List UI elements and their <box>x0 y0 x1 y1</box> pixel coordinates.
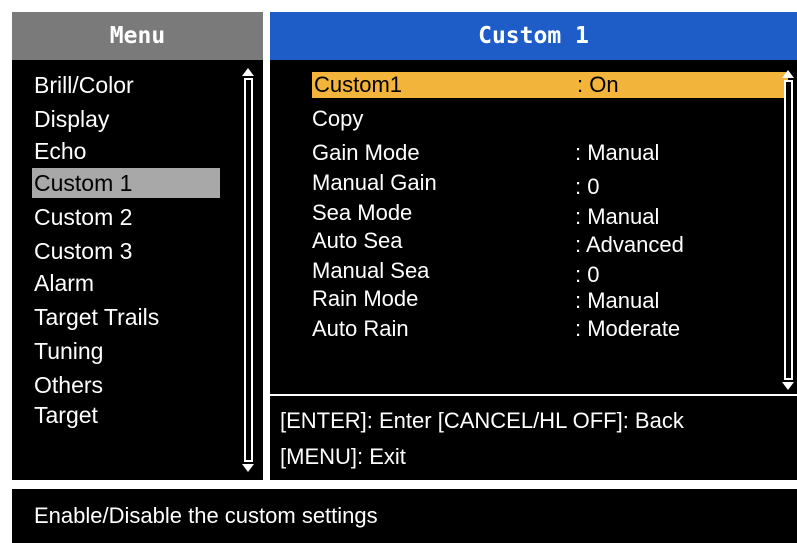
menu-item-target-trails[interactable]: Target Trails <box>34 302 159 332</box>
scroll-down-arrow-icon[interactable] <box>242 464 254 472</box>
menu-item-custom-3[interactable]: Custom 3 <box>34 236 132 266</box>
setting-row-sea-mode[interactable]: Sea Mode : Manual <box>310 200 790 229</box>
setting-value: : Manual <box>575 140 660 165</box>
menu-item-brill-color[interactable]: Brill/Color <box>34 70 134 100</box>
setting-label: Auto Rain <box>312 316 409 341</box>
setting-value: : Manual <box>575 288 660 313</box>
menu-item-custom-2[interactable]: Custom 2 <box>34 202 132 232</box>
setting-label: Rain Mode <box>312 286 419 311</box>
status-bar: Enable/Disable the custom settings <box>12 489 797 543</box>
setting-row-copy[interactable]: Copy <box>310 106 790 132</box>
menu-item-echo[interactable]: Echo <box>34 136 86 166</box>
setting-row-manual-gain[interactable]: Manual Gain : 0 <box>310 170 790 199</box>
setting-row-manual-sea[interactable]: Manual Sea : 0 <box>310 258 790 287</box>
key-hint-line-2: [MENU]: Exit <box>280 444 406 469</box>
setting-value: : 0 <box>575 262 600 287</box>
scroll-up-arrow-icon[interactable] <box>782 70 794 78</box>
settings-list: Custom1 : On Copy Gain Mode : Manual Man… <box>270 60 797 390</box>
detail-title: Custom 1 <box>270 12 797 60</box>
radar-menu-screen: Menu Brill/Color Display Echo Custom 1 C… <box>0 0 797 543</box>
setting-label: Manual Sea <box>312 258 430 283</box>
menu-item-custom-1[interactable]: Custom 1 <box>32 168 220 198</box>
menu-list: Brill/Color Display Echo Custom 1 Custom… <box>12 60 263 480</box>
menu-item-alarm[interactable]: Alarm <box>34 268 94 298</box>
menu-item-tuning[interactable]: Tuning <box>34 336 103 366</box>
scroll-down-arrow-icon[interactable] <box>782 382 794 390</box>
key-hint-line-1: [ENTER]: Enter [CANCEL/HL OFF]: Back <box>280 408 684 433</box>
setting-row-auto-rain[interactable]: Auto Rain : Moderate <box>310 316 790 342</box>
scrollbar-track[interactable] <box>784 80 793 380</box>
menu-title: Menu <box>12 12 263 60</box>
setting-label: Gain Mode <box>312 140 420 165</box>
menu-item-display[interactable]: Display <box>34 104 109 134</box>
scrollbar-track[interactable] <box>244 78 253 462</box>
detail-panel: Custom 1 Custom1 : On Copy Gain Mode : M… <box>270 12 797 480</box>
menu-item-others[interactable]: Others <box>34 370 103 400</box>
setting-row-auto-sea[interactable]: Auto Sea : Advanced <box>310 228 790 257</box>
menu-item-target[interactable]: Target <box>34 400 98 430</box>
detail-scrollbar[interactable] <box>782 70 795 390</box>
setting-value: : Advanced <box>575 232 684 257</box>
status-text: Enable/Disable the custom settings <box>34 503 378 528</box>
setting-value: : Moderate <box>575 316 681 341</box>
setting-value: : 0 <box>575 174 600 199</box>
setting-row-gain-mode[interactable]: Gain Mode : Manual <box>310 140 790 166</box>
setting-label: Sea Mode <box>312 200 413 225</box>
setting-label: Copy <box>312 106 364 131</box>
setting-label: Custom1 <box>314 72 403 97</box>
setting-row-custom1[interactable]: Custom1 : On <box>312 72 788 98</box>
menu-panel: Menu Brill/Color Display Echo Custom 1 C… <box>12 12 263 480</box>
setting-row-rain-mode[interactable]: Rain Mode : Manual <box>310 286 790 313</box>
scroll-up-arrow-icon[interactable] <box>242 68 254 76</box>
setting-label: Manual Gain <box>312 170 437 195</box>
setting-value: : Manual <box>575 204 660 229</box>
divider <box>270 394 797 396</box>
setting-label: Auto Sea <box>312 228 403 253</box>
setting-value: : On <box>577 72 619 97</box>
menu-scrollbar[interactable] <box>242 68 255 472</box>
